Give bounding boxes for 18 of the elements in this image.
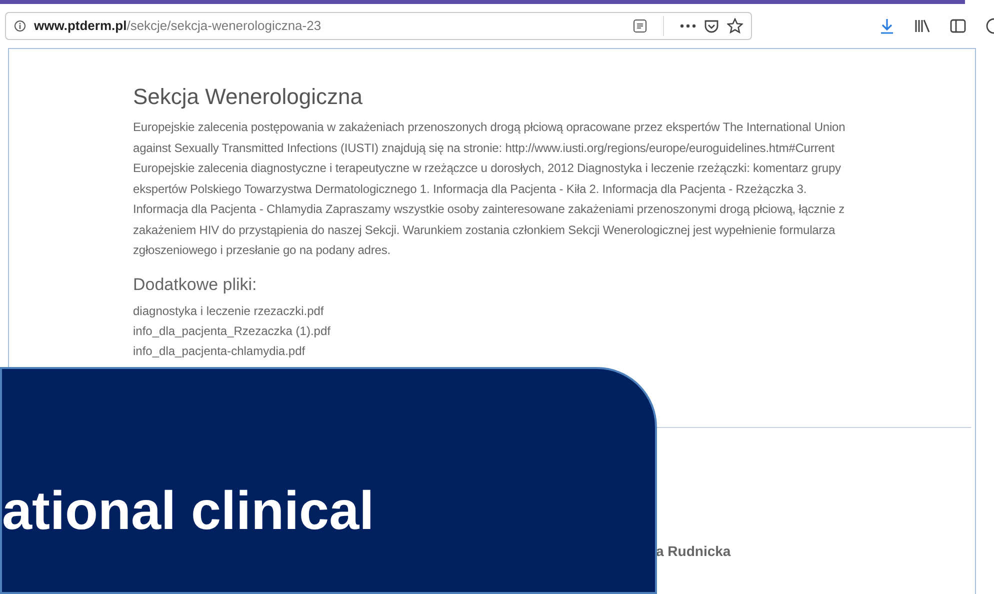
library-icon[interactable]: [914, 19, 930, 33]
file-link[interactable]: info_dla_pacjenta_Rzezaczka (1).pdf: [133, 320, 330, 340]
slide-title-text: ational clinical: [2, 480, 374, 543]
file-link[interactable]: diagnostyka i leczenie rzezaczki.pdf: [133, 300, 324, 320]
info-icon[interactable]: [14, 20, 26, 32]
url-text[interactable]: www.ptderm.pl/sekcje/sekcja-wenerologiczna-23: [34, 16, 322, 36]
download-icon[interactable]: [880, 18, 894, 34]
star-icon[interactable]: [727, 18, 743, 34]
address-bar[interactable]: www.ptderm.pl/sekcje/sekcja-wenerologiczna-23: [5, 12, 752, 40]
reader-view-icon[interactable]: [633, 19, 647, 33]
page-title: Sekcja Wenerologiczna: [133, 83, 364, 111]
person-name: a Rudnicka: [656, 542, 731, 558]
more-icon[interactable]: [680, 24, 696, 28]
pocket-icon[interactable]: [704, 19, 719, 33]
description-text: Europejskie zalecenia postępowania w zakażeniach przenoszonych drogą płciową opracowane przez ekspertów The International Union against Sexually Transmitted Infections (IUSTI) znajdują się na stronie: http://www.iusti.org/regions/europe/euroguidelines.htm#Current Europejskie zalecenia diagnostyczne i terapeutyczne w rzeżączce u dorosłych, 2012 Diagnostyka i leczenie rzeżączki: komentarz grupy ekspertów Polskiego Towarzystwa Dermatologicznego 1. Informacja dla Pacjenta - Kiła 2. Informacja dla Pacjenta - Rzeżączka 3. Informacja dla Pacjenta - Chlamydia Zapraszamy wszystkie osoby zainteresowane zakażeniami przenoszonymi drogą płciową, łącznie z zakażeniem HIV do przystąpienia do naszej Sekcji. Warunkiem zostania członkiem Sekcji Wenerologicznej jest wypełnienie formularza zgłoszeniowego i przesłanie go na podany adres.: [133, 119, 846, 259]
files-heading: Dodatkowe pliki:: [133, 274, 258, 296]
file-link[interactable]: info_dla_pacjenta-chlamydia.pdf: [133, 340, 306, 360]
sidebar-icon[interactable]: [950, 19, 966, 33]
